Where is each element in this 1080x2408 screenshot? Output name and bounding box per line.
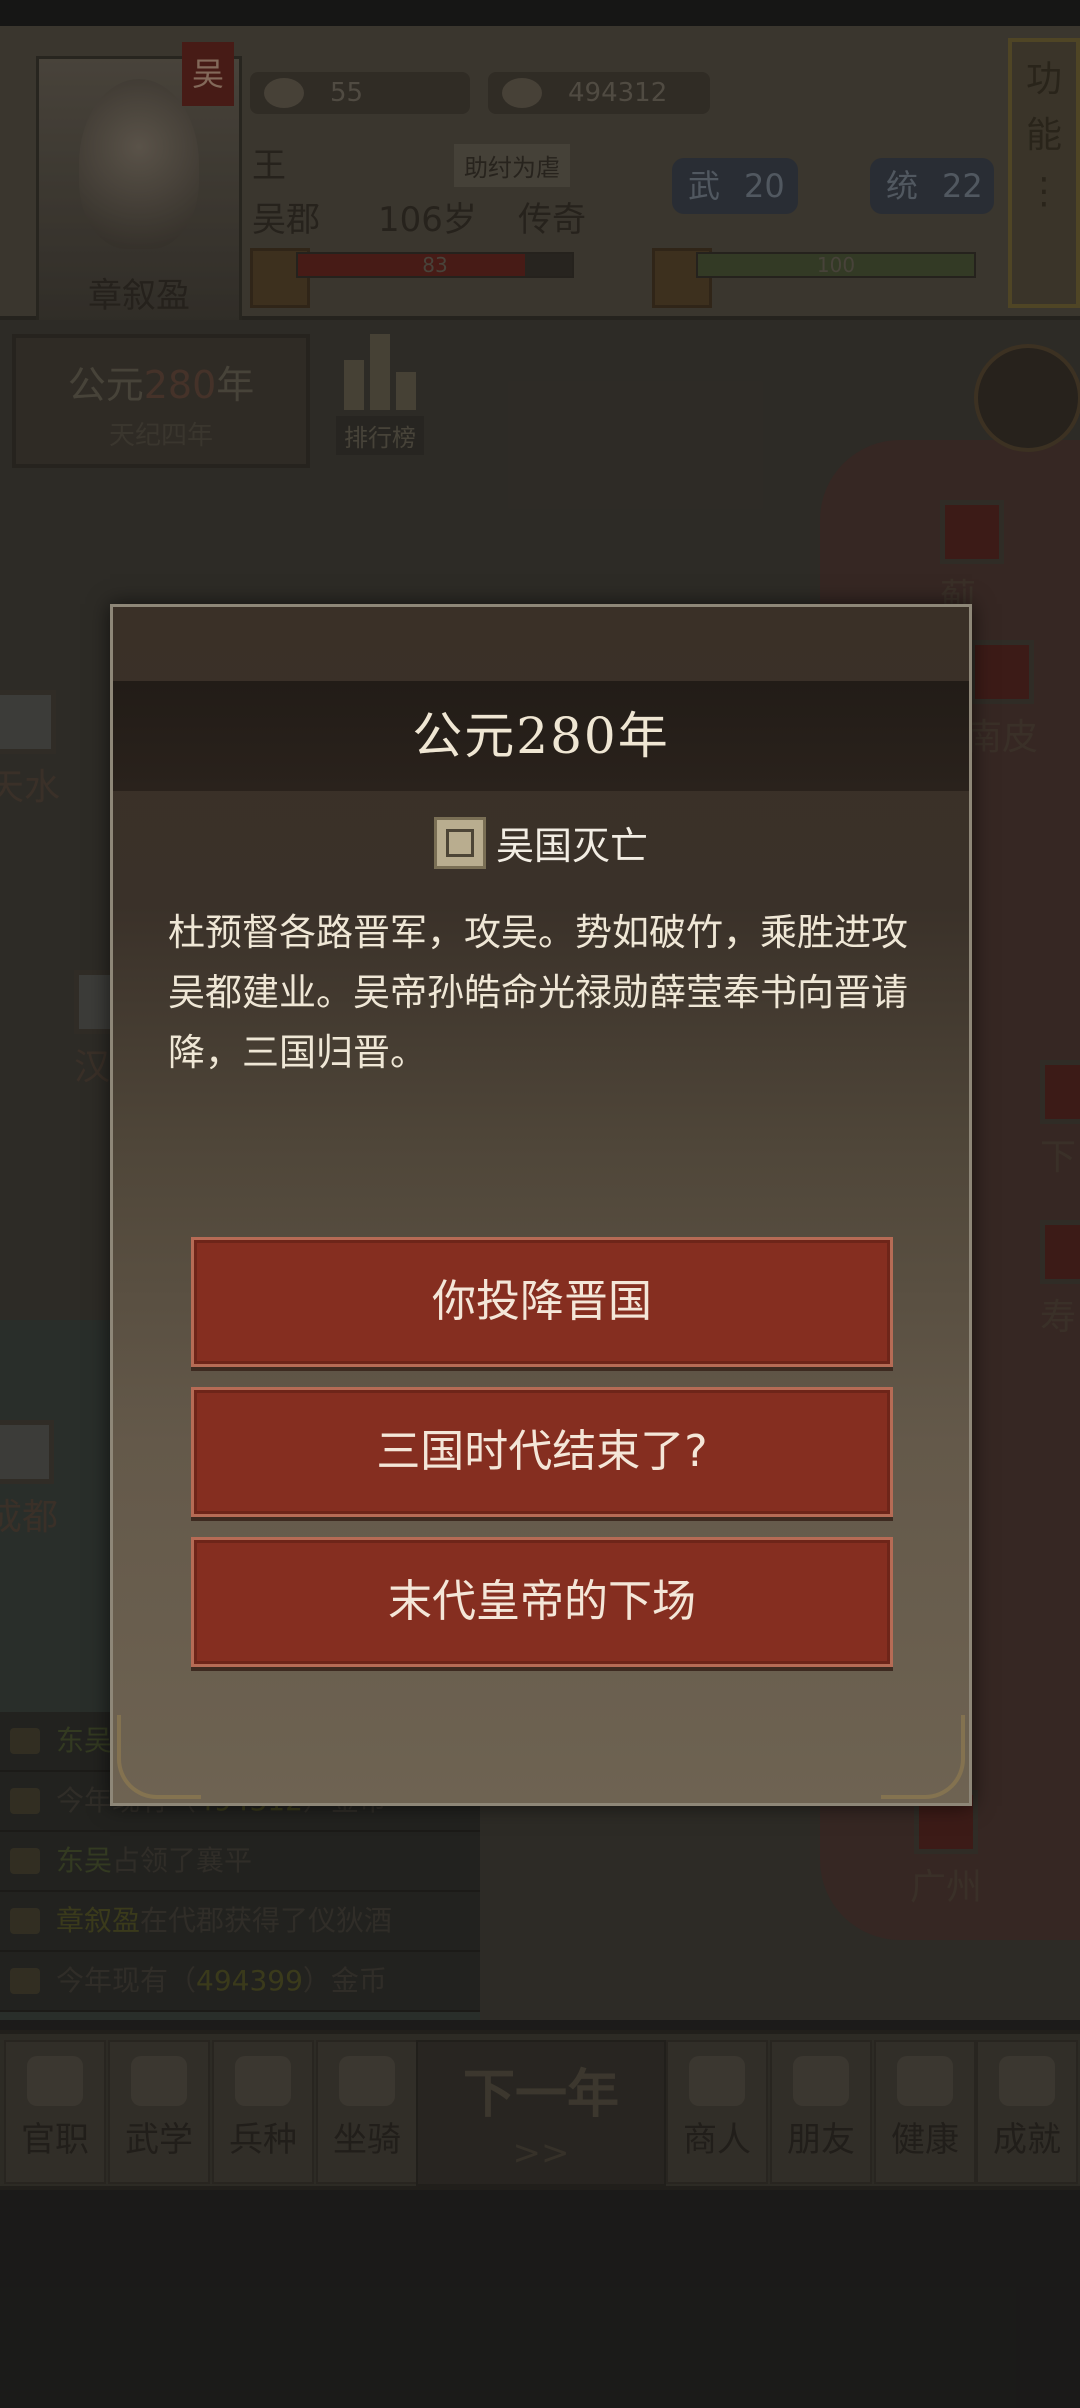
seal-icon: [433, 816, 486, 869]
ornament-corner: [117, 1715, 201, 1799]
event-dialog: 公元280年 吴国灭亡 杜预督各路晋军，攻吴。势如破竹，乘胜进攻吴都建业。吴帝孙…: [110, 604, 972, 1806]
event-header: 吴国灭亡: [113, 815, 969, 871]
choice-era-end-button[interactable]: 三国时代结束了?: [191, 1387, 893, 1517]
ornament-corner: [881, 1715, 965, 1799]
event-title: 吴国灭亡: [495, 824, 648, 868]
choice-surrender-button[interactable]: 你投降晋国: [191, 1237, 893, 1367]
choice-last-emperor-button[interactable]: 末代皇帝的下场: [191, 1537, 893, 1667]
dialog-title: 公元280年: [113, 681, 969, 791]
event-description: 杜预督各路晋军，攻吴。势如破竹，乘胜进攻吴都建业。吴帝孙皓命光禄勋薛莹奉书向晋请…: [168, 911, 908, 1074]
